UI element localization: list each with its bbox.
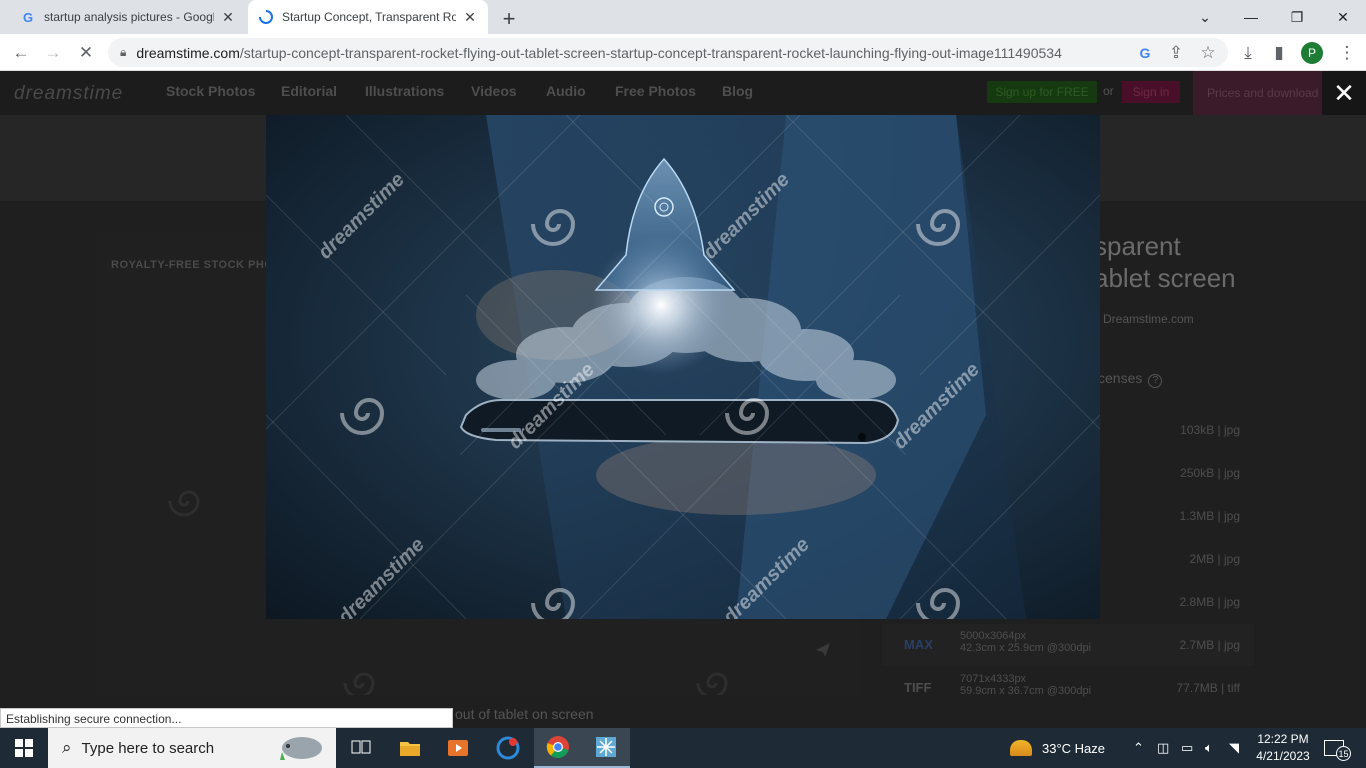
licenses-heading: censes? bbox=[1098, 370, 1163, 388]
size-value: 250kB | jpg bbox=[1180, 466, 1240, 480]
app-icon[interactable] bbox=[484, 728, 532, 768]
lightbox-image[interactable]: dreamstime dreamstime dreamstime dreamst… bbox=[266, 115, 1100, 619]
share-icon[interactable]: ⇪ bbox=[1165, 42, 1187, 64]
close-window-button[interactable]: ✕ bbox=[1320, 0, 1366, 34]
wifi-icon[interactable]: ◥ bbox=[1229, 728, 1239, 768]
profile-avatar[interactable]: P bbox=[1301, 42, 1323, 64]
image-title-line1: sparent bbox=[1094, 231, 1181, 261]
signin-button[interactable]: Sign in bbox=[1122, 81, 1180, 103]
browser-status-bubble: Establishing secure connection... bbox=[0, 708, 453, 728]
size-dims-cm: 59.9cm x 36.7cm @300dpi bbox=[960, 685, 1092, 697]
new-tab-button[interactable]: + bbox=[498, 6, 520, 32]
size-option-max[interactable]: MAX 5000x3064px 42.3cm x 25.9cm @300dpi 2… bbox=[882, 624, 1254, 666]
size-value: 2.7MB | jpg bbox=[1179, 638, 1240, 652]
minimize-button[interactable]: — bbox=[1228, 0, 1274, 34]
size-dims: 5000x3064px 42.3cm x 25.9cm @300dpi bbox=[960, 630, 1091, 654]
or-label: or bbox=[1103, 84, 1114, 98]
file-explorer-icon[interactable] bbox=[386, 728, 434, 768]
nav-free-photos[interactable]: Free Photos bbox=[615, 83, 696, 99]
clock-time: 12:22 PM bbox=[1257, 732, 1309, 746]
image-caption: out of tablet on screen bbox=[455, 706, 594, 722]
media-player-icon[interactable] bbox=[434, 728, 482, 768]
bookmark-star-icon[interactable]: ☆ bbox=[1197, 42, 1219, 64]
royalty-free-label: ROYALTY-FREE STOCK PHO bbox=[111, 259, 274, 271]
size-value: 2.8MB | jpg bbox=[1179, 595, 1240, 609]
size-dims-cm: 42.3cm x 25.9cm @300dpi bbox=[960, 642, 1092, 654]
weather-widget[interactable]: 33°C Haze bbox=[1010, 728, 1105, 768]
size-value: 1.3MB | jpg bbox=[1179, 509, 1240, 523]
battery-icon[interactable]: ▭ bbox=[1181, 728, 1193, 768]
loading-spinner-icon bbox=[258, 9, 274, 25]
clock-date: 4/21/2023 bbox=[1256, 749, 1310, 763]
meet-now-icon[interactable]: ◫ bbox=[1157, 728, 1169, 768]
windows-taskbar: ⌕ Type here to search 33°C Haze ⌃ ◫ ▭ 🔈︎… bbox=[0, 728, 1366, 768]
size-dims-px: 5000x3064px bbox=[960, 630, 1027, 642]
haze-weather-icon bbox=[1010, 740, 1032, 756]
licenses-label: censes bbox=[1098, 370, 1143, 386]
tab-title: startup analysis pictures - Google bbox=[44, 10, 214, 24]
manatee-icon bbox=[280, 737, 322, 760]
side-panel-icon[interactable]: ▮ bbox=[1268, 42, 1290, 64]
volume-icon[interactable]: 🔈︎ bbox=[1205, 728, 1213, 768]
snipping-tool-icon[interactable] bbox=[582, 728, 630, 768]
tab-close-icon[interactable]: ✕ bbox=[462, 9, 478, 26]
tab-search-icon[interactable]: ⌄ bbox=[1182, 0, 1228, 34]
help-icon[interactable]: ? bbox=[1148, 374, 1163, 388]
tab-title: Startup Concept, Transparent Roc bbox=[282, 10, 456, 24]
url-path: /startup-concept-transparent-rocket-flyi… bbox=[239, 44, 1062, 61]
windows-logo-icon bbox=[15, 739, 33, 757]
nav-stock-photos[interactable]: Stock Photos bbox=[166, 83, 255, 99]
size-dims: 7071x4333px 59.9cm x 36.7cm @300dpi bbox=[960, 673, 1091, 697]
nav-blog[interactable]: Blog bbox=[722, 83, 753, 99]
prices-button[interactable]: Prices and download bbox=[1193, 71, 1333, 115]
show-hidden-icons-icon[interactable]: ⌃ bbox=[1133, 728, 1144, 768]
page-content: dreamstime Stock Photos Editorial Illust… bbox=[0, 71, 1366, 728]
size-value: 2MB | jpg bbox=[1189, 552, 1240, 566]
size-dims-px: 7071x4333px bbox=[960, 673, 1027, 685]
forward-button[interactable]: → bbox=[42, 42, 64, 64]
image-credit[interactable]: Dreamstime.com bbox=[1103, 312, 1194, 326]
address-bar[interactable]: 🔒︎ dreamstime.com/startup-concept-transp… bbox=[108, 38, 1228, 67]
search-placeholder: Type here to search bbox=[81, 739, 215, 757]
nav-editorial[interactable]: Editorial bbox=[281, 83, 337, 99]
stop-loading-button[interactable]: ✕ bbox=[75, 42, 97, 64]
taskbar-search-box[interactable]: ⌕ Type here to search bbox=[48, 728, 336, 768]
browser-toolbar: ← → ✕ 🔒︎ dreamstime.com/startup-concept-… bbox=[0, 34, 1366, 71]
nav-illustrations[interactable]: Illustrations bbox=[365, 83, 444, 99]
tab-close-icon[interactable]: ✕ bbox=[220, 9, 236, 26]
taskbar-clock[interactable]: 12:22 PM 4/21/2023 bbox=[1248, 731, 1318, 765]
lock-icon[interactable]: 🔒︎ bbox=[120, 45, 126, 60]
download-icon[interactable]: ⤓ bbox=[1237, 42, 1259, 64]
signup-button[interactable]: Sign up for FREE bbox=[987, 81, 1097, 103]
google-lens-icon[interactable]: G bbox=[1134, 42, 1156, 64]
tab-google-search[interactable]: G startup analysis pictures - Google ✕ bbox=[10, 0, 246, 34]
dreamstime-logo[interactable]: dreamstime bbox=[14, 83, 123, 105]
size-value: 103kB | jpg bbox=[1180, 423, 1240, 437]
size-value: 77.7MB | tiff bbox=[1176, 681, 1240, 695]
google-icon: G bbox=[22, 9, 34, 25]
weather-text: 33°C Haze bbox=[1042, 740, 1106, 756]
notification-center-icon[interactable]: 15 bbox=[1324, 728, 1351, 768]
tab-dreamstime[interactable]: Startup Concept, Transparent Roc ✕ bbox=[248, 0, 488, 34]
chrome-icon[interactable] bbox=[534, 728, 582, 768]
url-domain: dreamstime.com bbox=[136, 44, 240, 61]
notification-badge: 15 bbox=[1336, 746, 1351, 761]
menu-kebab-icon[interactable]: ⋮ bbox=[1336, 42, 1358, 64]
image-title-line2: ablet screen bbox=[1094, 263, 1236, 293]
size-label: TIFF bbox=[904, 680, 932, 695]
rocket-tablet-photo: dreamstime dreamstime dreamstime dreamst… bbox=[266, 115, 1100, 619]
task-view-icon[interactable] bbox=[337, 728, 385, 768]
back-button[interactable]: ← bbox=[10, 42, 32, 64]
size-option-tiff[interactable]: TIFF 7071x4333px 59.9cm x 36.7cm @300dpi … bbox=[882, 667, 1254, 709]
nav-videos[interactable]: Videos bbox=[471, 83, 517, 99]
close-lightbox-button[interactable]: ✕ bbox=[1322, 71, 1366, 115]
restore-button[interactable]: ❐ bbox=[1274, 0, 1320, 34]
site-header: dreamstime Stock Photos Editorial Illust… bbox=[0, 71, 1366, 115]
nav-audio[interactable]: Audio bbox=[546, 83, 586, 99]
size-label: MAX bbox=[904, 637, 933, 652]
start-button[interactable] bbox=[0, 728, 48, 768]
search-icon: ⌕ bbox=[62, 738, 72, 757]
browser-tabstrip: G startup analysis pictures - Google ✕ S… bbox=[0, 0, 1366, 34]
